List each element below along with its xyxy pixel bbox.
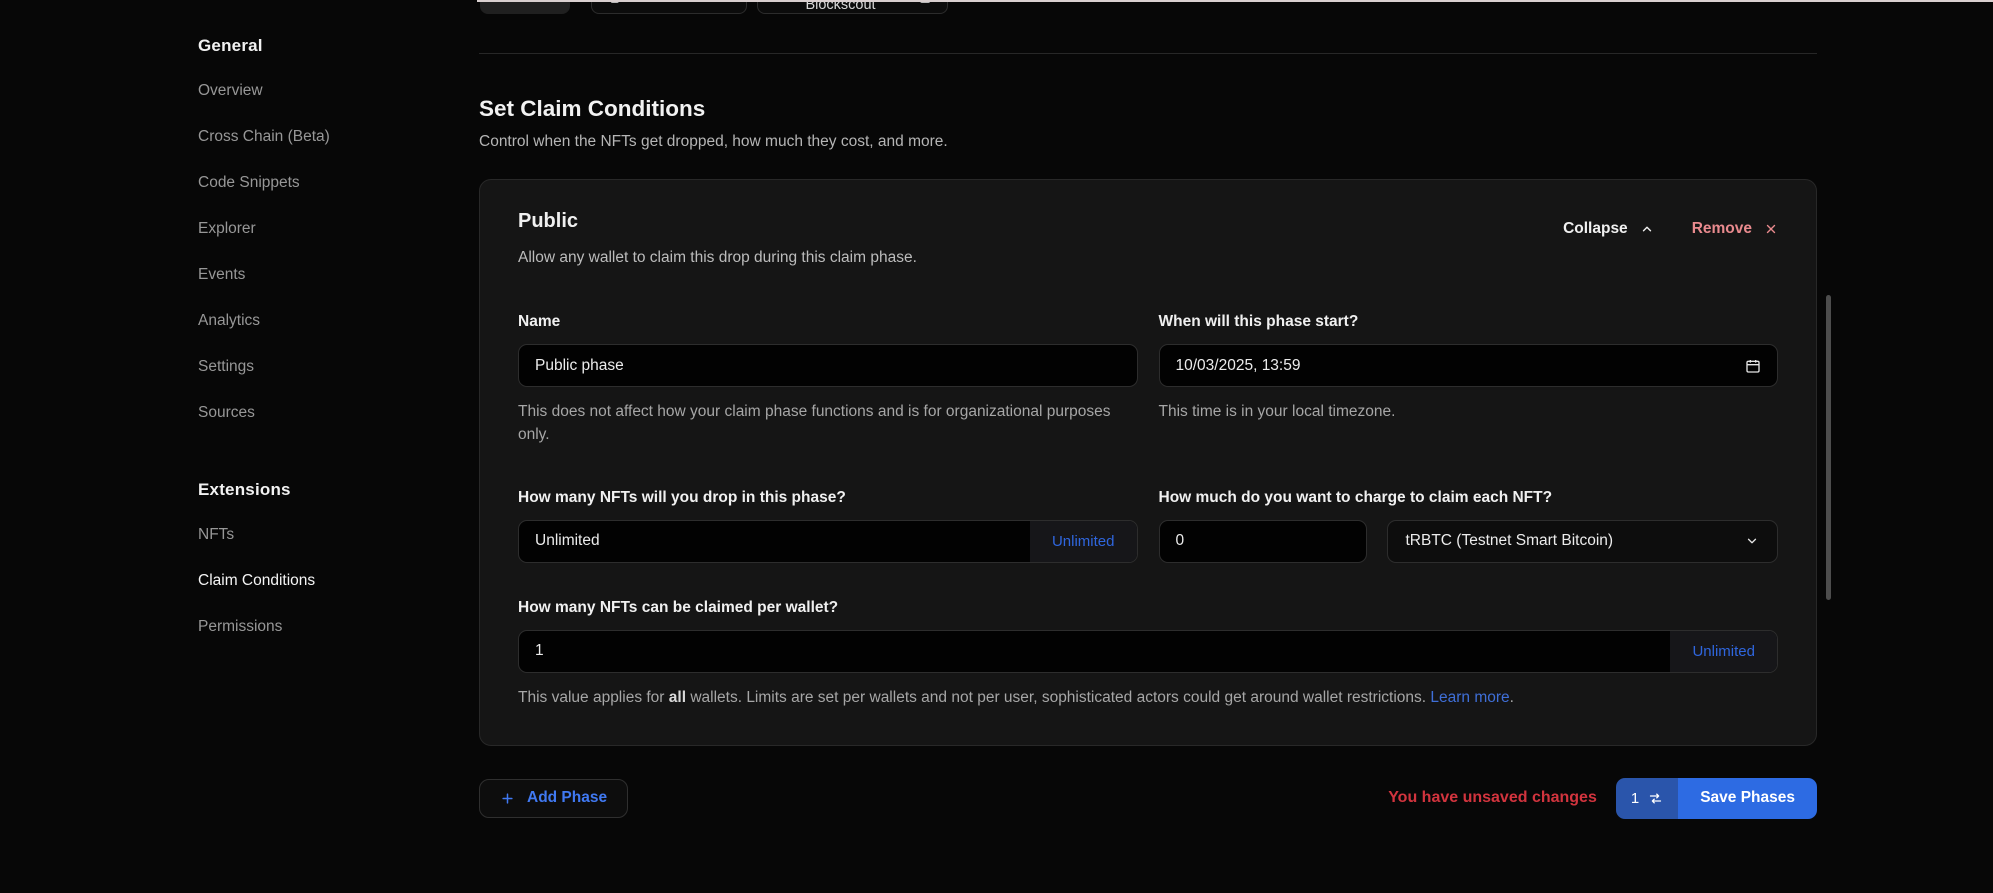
queued-count-label: 1: [1631, 790, 1639, 807]
block-explorer-button[interactable]: Rootstock Blockscout: [757, 0, 948, 14]
queued-transactions-button[interactable]: 1: [1616, 778, 1678, 819]
sidebar-item-nfts[interactable]: NFTs: [198, 526, 449, 544]
topbar-cutoff-row: 0xeDc6...f96c9 Rootstock Blockscout: [479, 0, 1817, 15]
name-helper: This does not affect how your claim phas…: [518, 400, 1138, 447]
phase-card-title: Public: [518, 210, 917, 233]
sidebar-item-claim-conditions[interactable]: Claim Conditions: [198, 572, 449, 590]
topbar-action-button[interactable]: [480, 0, 570, 14]
chevron-down-icon: [1745, 534, 1759, 548]
scrollbar-thumb[interactable]: [1826, 295, 1831, 600]
price-row: tRBTC (Testnet Smart Bitcoin): [1159, 520, 1779, 563]
per-wallet-input[interactable]: [519, 631, 1670, 672]
sidebar-item-settings[interactable]: Settings: [198, 358, 449, 376]
remove-button[interactable]: Remove: [1692, 220, 1778, 238]
learn-more-link[interactable]: Learn more: [1430, 689, 1509, 706]
plus-icon: [500, 791, 515, 806]
per-wallet-unlimited-button[interactable]: Unlimited: [1670, 631, 1777, 672]
add-phase-label: Add Phase: [527, 789, 607, 807]
per-wallet-helper-bold: all: [669, 689, 686, 706]
remove-button-label: Remove: [1692, 220, 1752, 238]
sidebar-item-explorer[interactable]: Explorer: [198, 220, 449, 238]
per-wallet-helper-suffix: .: [1510, 689, 1514, 706]
currency-select[interactable]: tRBTC (Testnet Smart Bitcoin): [1387, 520, 1779, 563]
page-layout: General Overview Cross Chain (Beta) Code…: [0, 0, 1993, 893]
per-wallet-field: How many NFTs can be claimed per wallet?…: [518, 599, 1778, 709]
content-divider: [479, 53, 1817, 54]
start-time-label: When will this phase start?: [1159, 313, 1779, 331]
sidebar-item-cross-chain[interactable]: Cross Chain (Beta): [198, 128, 449, 146]
sidebar-item-overview[interactable]: Overview: [198, 82, 449, 100]
sidebar-item-code-snippets[interactable]: Code Snippets: [198, 174, 449, 192]
supply-field: How many NFTs will you drop in this phas…: [518, 489, 1138, 563]
supply-label: How many NFTs will you drop in this phas…: [518, 489, 1138, 507]
name-label: Name: [518, 313, 1138, 331]
phase-start-datetime-value: 10/03/2025, 13:59: [1176, 357, 1301, 375]
start-time-field: When will this phase start? 10/03/2025, …: [1159, 313, 1779, 447]
top-edge-strip: [477, 0, 1993, 2]
per-wallet-helper-middle: wallets. Limits are set per wallets and …: [686, 689, 1430, 706]
page-footer: Add Phase You have unsaved changes 1 Sav…: [479, 778, 1817, 819]
sidebar-section-extensions: Extensions NFTs Claim Conditions Permiss…: [198, 480, 449, 636]
sidebar-item-analytics[interactable]: Analytics: [198, 312, 449, 330]
collapse-button-label: Collapse: [1563, 220, 1628, 238]
close-icon: [1764, 222, 1778, 236]
phase-card-actions: Collapse Remove: [1563, 210, 1778, 238]
currency-select-value: tRBTC (Testnet Smart Bitcoin): [1406, 532, 1614, 550]
phase-card-title-block: Public Allow any wallet to claim this dr…: [518, 210, 917, 267]
supply-input-group: Unlimited: [518, 520, 1138, 563]
save-split-button: 1 Save Phases: [1616, 778, 1817, 819]
price-amount-input[interactable]: [1159, 520, 1367, 563]
contract-address-button[interactable]: 0xeDc6...f96c9: [591, 0, 747, 14]
add-phase-button[interactable]: Add Phase: [479, 779, 628, 818]
phase-form: Name This does not affect how your claim…: [518, 313, 1778, 709]
per-wallet-helper-prefix: This value applies for: [518, 689, 669, 706]
footer-right-cluster: You have unsaved changes 1 Save Phases: [1388, 778, 1817, 819]
collapse-button[interactable]: Collapse: [1563, 220, 1654, 238]
sidebar-heading-extensions: Extensions: [198, 480, 449, 500]
name-field: Name This does not affect how your claim…: [518, 313, 1138, 447]
phase-card: Public Allow any wallet to claim this dr…: [479, 179, 1817, 746]
swap-arrows-icon: [1648, 791, 1663, 806]
supply-unlimited-button[interactable]: Unlimited: [1030, 521, 1137, 562]
per-wallet-helper: This value applies for all wallets. Limi…: [518, 686, 1778, 709]
sidebar-section-general: General Overview Cross Chain (Beta) Code…: [198, 36, 449, 422]
sidebar-item-sources[interactable]: Sources: [198, 404, 449, 422]
phase-card-header: Public Allow any wallet to claim this dr…: [518, 210, 1778, 267]
sidebar-item-events[interactable]: Events: [198, 266, 449, 284]
start-time-helper: This time is in your local timezone.: [1159, 400, 1779, 423]
main-content: 0xeDc6...f96c9 Rootstock Blockscout Set …: [479, 0, 1993, 893]
page-subtitle: Control when the NFTs get dropped, how m…: [479, 133, 1817, 151]
supply-input[interactable]: [519, 521, 1030, 562]
phase-card-description: Allow any wallet to claim this drop duri…: [518, 249, 917, 267]
chevron-up-icon: [1640, 222, 1654, 236]
per-wallet-input-group: Unlimited: [518, 630, 1778, 673]
save-phases-button[interactable]: Save Phases: [1678, 778, 1817, 819]
calendar-icon: [1745, 358, 1761, 374]
price-label: How much do you want to charge to claim …: [1159, 489, 1779, 507]
sidebar-item-permissions[interactable]: Permissions: [198, 618, 449, 636]
page-title: Set Claim Conditions: [479, 96, 1817, 122]
unsaved-changes-text: You have unsaved changes: [1388, 789, 1597, 807]
sidebar: General Overview Cross Chain (Beta) Code…: [0, 0, 479, 893]
phase-name-input[interactable]: [518, 344, 1138, 387]
per-wallet-label: How many NFTs can be claimed per wallet?: [518, 599, 1778, 617]
price-field: How much do you want to charge to claim …: [1159, 489, 1779, 563]
sidebar-heading-general: General: [198, 36, 449, 56]
phase-start-datetime-input[interactable]: 10/03/2025, 13:59: [1159, 344, 1779, 387]
